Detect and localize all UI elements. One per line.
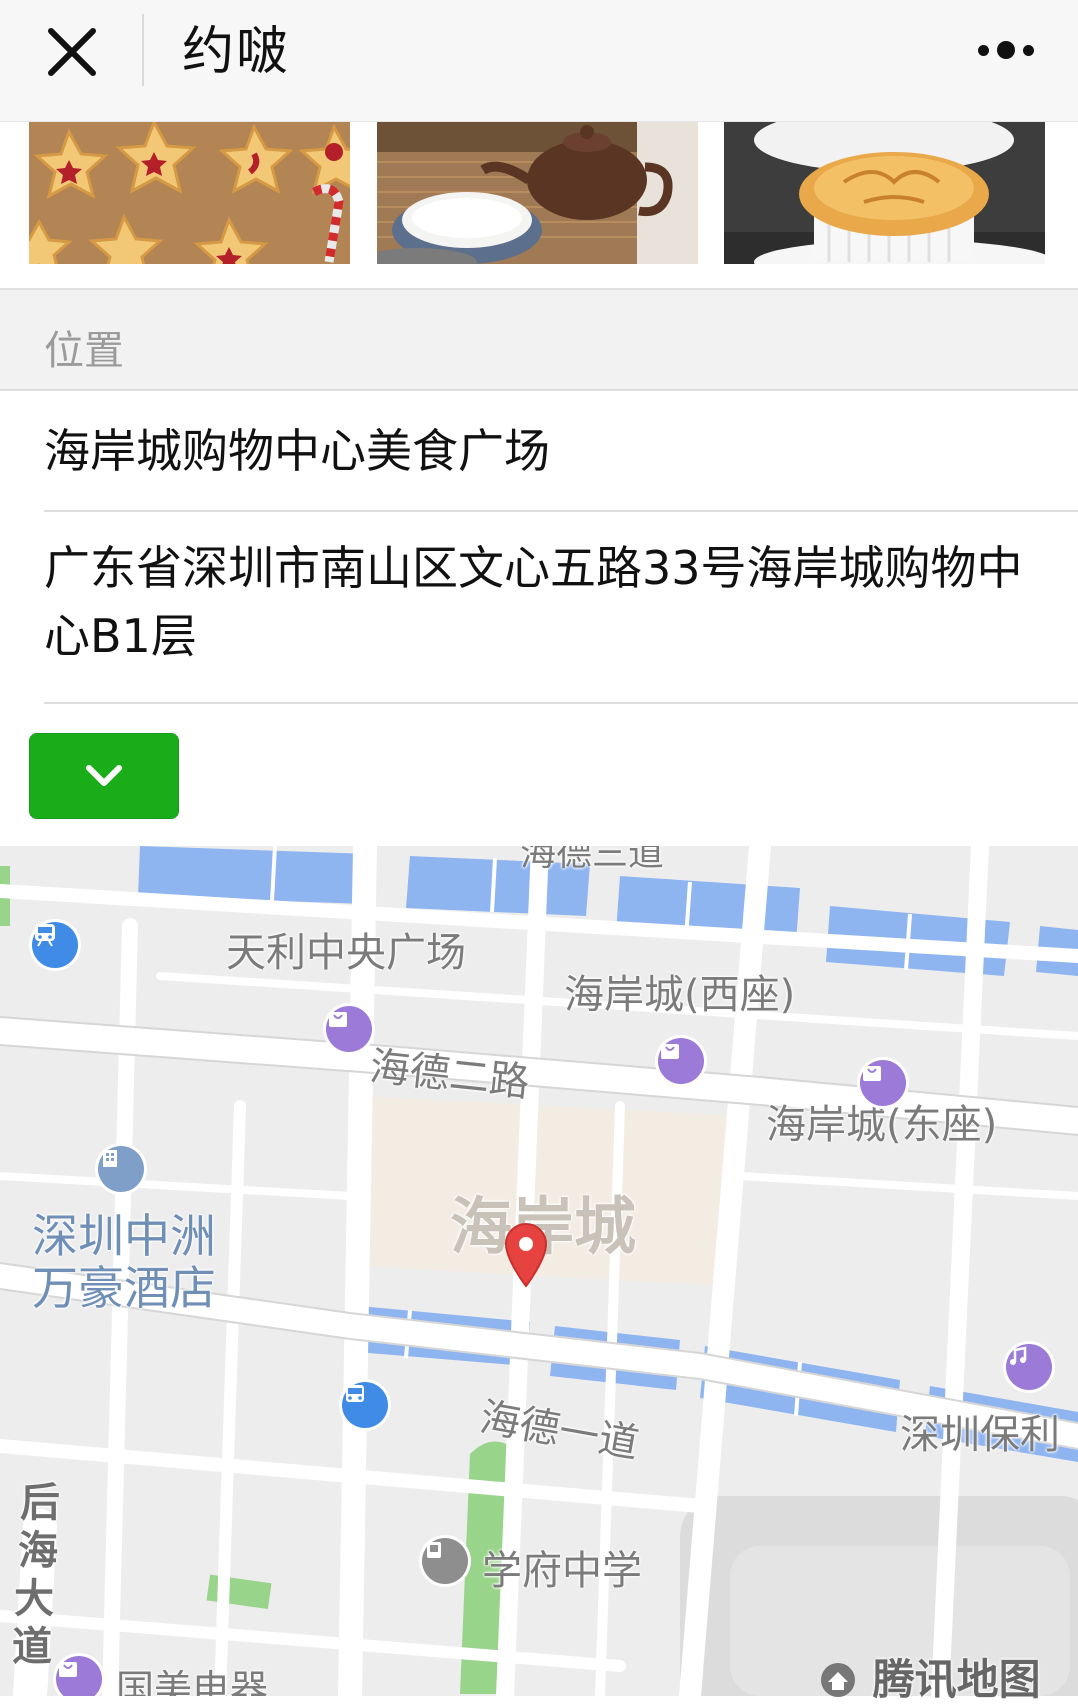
map-logo-icon — [821, 1663, 855, 1697]
map-label-road-top: 海德三道 — [520, 846, 665, 874]
shopping-bag-icon[interactable] — [56, 1656, 102, 1696]
map-label-school: 学府中学 — [482, 1548, 642, 1594]
map-label-poly: 深圳保利 — [900, 1412, 1060, 1458]
subway-station-icon[interactable] — [32, 922, 78, 968]
title-divider — [142, 14, 144, 86]
location-pin-icon[interactable] — [502, 1222, 550, 1288]
map-label-gome: 国美电器 — [116, 1667, 269, 1696]
location-section-header: 位置 — [0, 288, 1078, 391]
location-section-label: 位置 — [44, 328, 124, 374]
shopping-bag-icon[interactable] — [326, 1006, 372, 1052]
place-address: 广东省深圳市南山区文心五路33号海岸城购物中心B1层 — [44, 541, 1023, 663]
page-title: 约啵 — [182, 22, 291, 82]
music-note-icon[interactable] — [1006, 1344, 1052, 1390]
photo-strip — [0, 122, 1078, 264]
map-label-west: 海岸城(西座) — [564, 972, 796, 1018]
expand-button[interactable] — [29, 733, 179, 819]
shopping-bag-icon[interactable] — [658, 1038, 704, 1084]
map-label-zhongzhou-2: 万豪酒店 — [32, 1261, 216, 1315]
close-button[interactable] — [38, 24, 106, 80]
star-cookies-photo[interactable] — [29, 122, 350, 264]
divider — [44, 702, 1078, 704]
map-watermark: 腾讯地图 — [818, 1646, 1041, 1707]
more-dots-icon — [978, 44, 989, 56]
school-icon[interactable] — [422, 1538, 468, 1584]
divider — [44, 510, 1078, 512]
pot-pie-photo[interactable] — [724, 122, 1045, 264]
hotel-icon[interactable] — [98, 1146, 144, 1192]
more-dots-icon-center — [997, 41, 1015, 59]
chevron-down-icon — [86, 765, 122, 786]
close-icon — [48, 28, 96, 76]
map-label-tianli: 天利中央广场 — [226, 930, 466, 976]
map-watermark-text: 腾讯地图 — [872, 1655, 1041, 1704]
more-dots-icon-right — [1023, 44, 1034, 56]
teapot-photo[interactable] — [377, 122, 698, 264]
shopping-bag-icon[interactable] — [860, 1060, 906, 1106]
bus-stop-icon[interactable] — [342, 1382, 388, 1428]
place-name: 海岸城购物中心美食广场 — [44, 424, 550, 478]
more-button[interactable] — [970, 26, 1042, 74]
map-label-houhai: 道 — [12, 1624, 52, 1670]
top-bar: 约啵 — [0, 0, 1078, 122]
